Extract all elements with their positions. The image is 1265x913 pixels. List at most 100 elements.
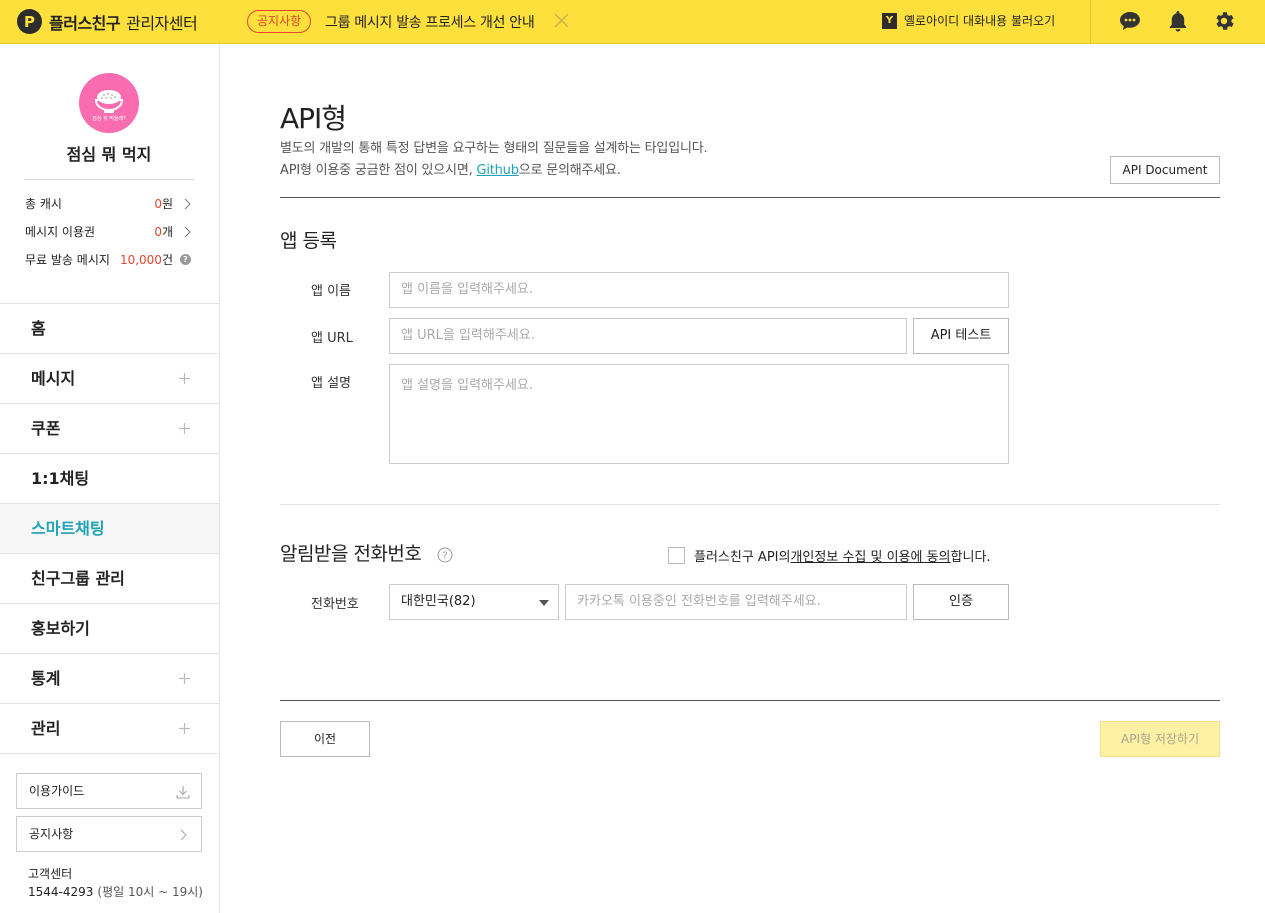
- chat-icon[interactable]: [1118, 9, 1142, 33]
- sidebar-item-friend-groups[interactable]: 친구그룹 관리: [0, 554, 219, 604]
- top-bar: P 플러스친구 관리자센터 공지사항 그룹 메시지 발송 프로세스 개선 안내 …: [0, 0, 1265, 44]
- hours: (평일 10시 ~ 19시): [97, 885, 203, 899]
- notice-link[interactable]: 그룹 메시지 발송 프로세스 개선 안내: [325, 12, 535, 32]
- chevron-right-icon: [184, 226, 191, 238]
- api-document-button[interactable]: API Document: [1110, 156, 1220, 184]
- plus-icon[interactable]: [179, 723, 190, 734]
- page-title: API형: [280, 102, 347, 135]
- divider: [280, 197, 1220, 198]
- sidebar-item-label: 스마트채팅: [31, 519, 105, 538]
- sidebar-item-label: 쿠폰: [31, 419, 61, 438]
- stat-message-tickets[interactable]: 메시지 이용권 0개: [25, 223, 195, 241]
- sidebar-item-label: 홍보하기: [31, 619, 90, 638]
- app-name-input[interactable]: 앱 이름을 입력해주세요.: [389, 272, 1009, 308]
- consent-text: 합니다.: [950, 550, 991, 565]
- consent-link[interactable]: 개인정보 수집 및 이용에 동의: [790, 546, 950, 565]
- logo-mark: P: [17, 9, 42, 34]
- divider: [24, 179, 194, 180]
- customer-center-title: 고객센터: [28, 867, 73, 881]
- stat-total-cash[interactable]: 총 캐시 0원: [25, 195, 195, 213]
- sidebar-item-manage[interactable]: 관리: [0, 704, 219, 754]
- guide-button[interactable]: 이용가이드: [16, 773, 202, 809]
- stat-free-messages: 무료 발송 메시지 10,000건 ?: [25, 251, 195, 269]
- save-button[interactable]: API형 저장하기: [1100, 721, 1220, 757]
- app-desc-label: 앱 설명: [311, 376, 352, 391]
- sidebar-item-label: 홈: [31, 319, 46, 338]
- app-logo[interactable]: P 플러스친구 관리자센터: [17, 9, 198, 34]
- desc-text: 으로 문의해주세요.: [518, 163, 621, 178]
- sidebar-item-smartchat[interactable]: 스마트채팅: [0, 504, 219, 554]
- notice-button-label: 공지사항: [29, 827, 74, 841]
- guide-button-label: 이용가이드: [29, 784, 85, 798]
- sidebar-item-label: 메시지: [31, 369, 76, 388]
- svg-text:?: ?: [442, 551, 447, 562]
- app-url-label: 앱 URL: [311, 331, 353, 346]
- app-url-input[interactable]: 앱 URL을 입력해주세요.: [389, 318, 907, 354]
- sidebar-item-stats[interactable]: 통계: [0, 654, 219, 704]
- phone-label: 전화번호: [311, 597, 359, 612]
- divider: [280, 504, 1220, 505]
- sidebar-item-label: 1:1채팅: [31, 469, 90, 488]
- privacy-consent: 플러스친구 API의 개인정보 수집 및 이용에 동의 합니다.: [668, 546, 991, 565]
- sidebar-item-promotion[interactable]: 홍보하기: [0, 604, 219, 654]
- phone-input[interactable]: 카카오톡 이용중인 전화번호를 입력해주세요.: [565, 584, 907, 620]
- stat-value: 0: [154, 197, 162, 211]
- yellowid-import-link[interactable]: Y 옐로아이디 대화내용 불러오기: [882, 12, 1055, 29]
- app-name-label: 앱 이름: [311, 284, 352, 299]
- stat-label: 총 캐시: [25, 197, 62, 211]
- download-icon: [176, 786, 190, 799]
- avatar[interactable]: 점심 뭐 먹을래?: [79, 73, 139, 133]
- section-title-app: 앱 등록: [280, 230, 337, 252]
- sidebar-item-label: 친구그룹 관리: [31, 569, 125, 588]
- avatar-caption: 점심 뭐 먹을래?: [92, 116, 126, 122]
- desc-text: API형 이용중 궁금한 점이 있으시면,: [280, 163, 477, 178]
- profile-name: 점심 뭐 먹지: [66, 145, 152, 164]
- help-icon[interactable]: ?: [180, 254, 191, 265]
- plus-icon[interactable]: [179, 373, 190, 384]
- page-description-contact: API형 이용중 궁금한 점이 있으시면, Github으로 문의해주세요.: [280, 159, 621, 178]
- chevron-right-icon: [184, 198, 191, 210]
- page-description: 별도의 개발의 통해 특정 답변을 요구하는 형태의 질문들을 설계하는 타입입…: [280, 141, 708, 156]
- customer-center-phone: 1544-4293 (평일 10시 ~ 19시): [28, 883, 203, 900]
- plus-icon[interactable]: [179, 423, 190, 434]
- bell-icon[interactable]: [1166, 9, 1190, 33]
- github-link[interactable]: Github: [476, 163, 519, 178]
- plus-icon[interactable]: [179, 673, 190, 684]
- sidebar-item-label: 통계: [31, 669, 61, 688]
- country-select[interactable]: 대한민국(82): [389, 584, 559, 620]
- stat-unit: 건: [161, 253, 173, 267]
- logo-subtitle: 관리자센터: [126, 13, 198, 33]
- help-icon[interactable]: ?: [437, 547, 453, 563]
- sidebar-item-home[interactable]: 홈: [0, 304, 219, 354]
- api-test-button[interactable]: API 테스트: [913, 318, 1009, 354]
- country-select-value: 대한민국(82): [401, 594, 476, 609]
- sidebar-item-label: 관리: [31, 719, 61, 738]
- prev-button[interactable]: 이전: [280, 721, 370, 757]
- phone-number: 1544-4293: [28, 885, 94, 899]
- sidebar-nav: 홈 메시지 쿠폰 1:1채팅 스마트채팅 친구그룹 관리 홍보하기 통계 관리: [0, 303, 219, 754]
- divider: [1090, 0, 1091, 44]
- consent-checkbox[interactable]: [668, 547, 685, 564]
- consent-text: 플러스친구 API의: [694, 550, 791, 565]
- chevron-right-icon: [180, 829, 187, 841]
- yellowid-label: 옐로아이디 대화내용 불러오기: [904, 14, 1056, 28]
- section-title-phone: 알림받을 전화번호: [280, 543, 422, 565]
- stat-label: 메시지 이용권: [25, 225, 96, 239]
- sidebar-item-coupon[interactable]: 쿠폰: [0, 404, 219, 454]
- stat-label: 무료 발송 메시지: [25, 253, 110, 267]
- caret-down-icon: [539, 600, 549, 606]
- stat-unit: 개: [161, 225, 173, 239]
- verify-button[interactable]: 인증: [913, 584, 1009, 620]
- logo-title: 플러스친구: [49, 13, 121, 33]
- notice-button[interactable]: 공지사항: [16, 816, 202, 852]
- stat-value: 0: [154, 225, 162, 239]
- sidebar-item-message[interactable]: 메시지: [0, 354, 219, 404]
- notice-badge: 공지사항: [247, 10, 312, 33]
- main-content: API형 별도의 개발의 통해 특정 답변을 요구하는 형태의 질문들을 설계하…: [221, 45, 1265, 913]
- app-desc-textarea[interactable]: 앱 설명을 입력해주세요.: [389, 364, 1009, 464]
- yellowid-icon: Y: [882, 12, 897, 29]
- sidebar-item-chat[interactable]: 1:1채팅: [0, 454, 219, 504]
- close-icon[interactable]: [553, 12, 570, 29]
- sidebar: 점심 뭐 먹을래? 점심 뭐 먹지 총 캐시 0원 메시지 이용권 0개 무료 …: [0, 45, 220, 913]
- gear-icon[interactable]: [1212, 9, 1236, 33]
